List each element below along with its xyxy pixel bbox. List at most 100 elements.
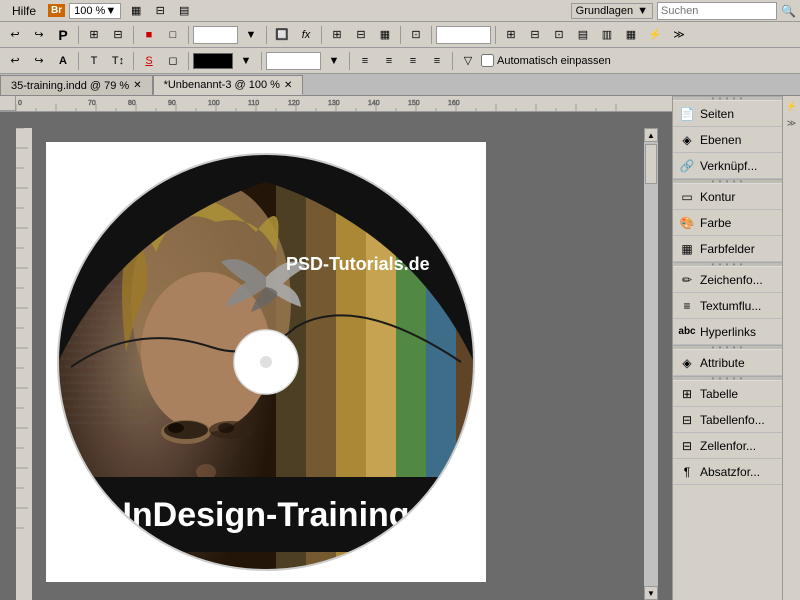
panel-item-farbfelder[interactable]: ▦ Farbfelder bbox=[673, 236, 782, 262]
percent-input[interactable]: 100 % bbox=[266, 52, 321, 70]
scroll-down-btn[interactable]: ▼ bbox=[644, 586, 658, 600]
panel-tabelle-label: Tabelle bbox=[700, 387, 738, 401]
panel-item-seiten[interactable]: 📄 Seiten bbox=[673, 101, 782, 127]
stroke-btn[interactable]: ■ bbox=[138, 25, 160, 45]
percent-dropdown[interactable]: ▼ bbox=[323, 51, 345, 71]
canvas-area[interactable]: 0 70 80 90 100 110 120 130 140 150 160 bbox=[0, 96, 672, 600]
menu-bar: Hilfe Br 100 % ▼ ▦ ⊟ ▤ Grundlagen ▼ 🔍 bbox=[0, 0, 800, 22]
tool-k[interactable]: ⊡ bbox=[548, 25, 570, 45]
menu-hilfe[interactable]: Hilfe bbox=[4, 2, 44, 20]
tool2-f[interactable]: S bbox=[138, 51, 160, 71]
tool-c[interactable]: 🔲 bbox=[271, 25, 293, 45]
tool2-h[interactable]: ▽ bbox=[457, 51, 479, 71]
tool2-a[interactable]: ↩ bbox=[4, 51, 26, 71]
workspace-area: Grundlagen ▼ 🔍 bbox=[571, 2, 796, 20]
panel-item-tabelle[interactable]: ⊞ Tabelle bbox=[673, 381, 782, 407]
lightning-btn[interactable]: ⚡ bbox=[644, 25, 666, 45]
sep7 bbox=[431, 26, 432, 44]
view-btn-2[interactable]: ⊟ bbox=[149, 1, 171, 21]
panel-item-tabellenfo[interactable]: ⊟ Tabellenfo... bbox=[673, 407, 782, 433]
sep2-5 bbox=[349, 52, 350, 70]
panel-zellenfor-label: Zellenfor... bbox=[700, 439, 756, 453]
panel-item-attribute[interactable]: ◈ Attribute bbox=[673, 350, 782, 376]
tool2-b[interactable]: ↪ bbox=[28, 51, 50, 71]
tab-1[interactable]: 35-training.indd @ 79 % ✕ bbox=[0, 75, 153, 95]
canvas-content: Lorem ipsum dolor sit amet consectetur a… bbox=[16, 112, 658, 600]
tool-g[interactable]: ▦ bbox=[374, 25, 396, 45]
scroll-up-btn[interactable]: ▲ bbox=[644, 128, 658, 142]
view-btn-1[interactable]: ▦ bbox=[125, 1, 147, 21]
scrollbar-vertical[interactable]: ▲ ▼ bbox=[644, 128, 658, 600]
svg-text:90: 90 bbox=[168, 100, 176, 107]
undo-btn[interactable]: ↩ bbox=[4, 25, 26, 45]
P-tool[interactable]: P bbox=[52, 25, 74, 45]
align-justify[interactable]: ≡ bbox=[426, 51, 448, 71]
tool-h[interactable]: ⊡ bbox=[405, 25, 427, 45]
tool2-dropdown[interactable]: ▼ bbox=[235, 51, 257, 71]
panel-item-zeichenfo[interactable]: ✏ Zeichenfo... bbox=[673, 267, 782, 293]
workspace-dropdown[interactable]: Grundlagen ▼ bbox=[571, 3, 653, 19]
attribute-icon: ◈ bbox=[679, 355, 695, 371]
br-badge: Br bbox=[48, 4, 65, 17]
svg-text:0: 0 bbox=[18, 100, 22, 107]
cd-container: Lorem ipsum dolor sit amet consectetur a… bbox=[56, 152, 476, 572]
tool-i[interactable]: ⊞ bbox=[500, 25, 522, 45]
sep5 bbox=[321, 26, 322, 44]
tool2-d[interactable]: T bbox=[83, 51, 105, 71]
panel-item-absatzfor[interactable]: ¶ Absatzfor... bbox=[673, 459, 782, 485]
panel-verknuepf-label: Verknüpf... bbox=[700, 159, 757, 173]
panel-item-textumflu[interactable]: ≡ Textumflu... bbox=[673, 293, 782, 319]
tool-j[interactable]: ⊟ bbox=[524, 25, 546, 45]
edge-btn-2[interactable]: ≫ bbox=[784, 115, 800, 131]
panel-item-hyperlinks[interactable]: abc Hyperlinks bbox=[673, 319, 782, 345]
tool2-c[interactable]: A bbox=[52, 51, 74, 71]
tool-a[interactable]: ⊞ bbox=[83, 25, 105, 45]
pt-dropdown[interactable]: ▼ bbox=[240, 25, 262, 45]
align-right[interactable]: ≡ bbox=[402, 51, 424, 71]
panel-item-verknuepf[interactable]: 🔗 Verknüpf... bbox=[673, 153, 782, 179]
panel-item-kontur[interactable]: ▭ Kontur bbox=[673, 184, 782, 210]
tool2-e[interactable]: T↕ bbox=[107, 51, 129, 71]
tool-e[interactable]: ⊞ bbox=[326, 25, 348, 45]
tool2-g[interactable]: ◻ bbox=[162, 51, 184, 71]
edge-btn-1[interactable]: ⚡ bbox=[784, 98, 800, 114]
tool-m[interactable]: ▥ bbox=[596, 25, 618, 45]
panel-zeichenfo-label: Zeichenfo... bbox=[700, 273, 763, 287]
ebenen-icon: ◈ bbox=[679, 132, 695, 148]
pt-input[interactable]: 0 Pt bbox=[193, 26, 238, 44]
search-input[interactable] bbox=[657, 2, 777, 20]
tool-d[interactable]: fx bbox=[295, 25, 317, 45]
align-left[interactable]: ≡ bbox=[354, 51, 376, 71]
view-btn-3[interactable]: ▤ bbox=[173, 1, 195, 21]
tab-1-close[interactable]: ✕ bbox=[133, 80, 141, 91]
tab-2[interactable]: *Unbenannt-3 @ 100 % ✕ bbox=[153, 75, 304, 95]
mm-input[interactable]: 4,233 mm bbox=[436, 26, 491, 44]
redo-btn[interactable]: ↪ bbox=[28, 25, 50, 45]
tool-b[interactable]: ⊟ bbox=[107, 25, 129, 45]
panel-item-ebenen[interactable]: ◈ Ebenen bbox=[673, 127, 782, 153]
sep8 bbox=[495, 26, 496, 44]
tool-f[interactable]: ⊟ bbox=[350, 25, 372, 45]
panel-item-zellenfor[interactable]: ⊟ Zellenfor... bbox=[673, 433, 782, 459]
zoom-control[interactable]: 100 % ▼ bbox=[69, 3, 121, 19]
right-panel: • • • • • 📄 Seiten ◈ Ebenen 🔗 Verknüpf..… bbox=[672, 96, 782, 600]
autofit-checkbox[interactable] bbox=[481, 54, 494, 67]
color-swatch[interactable] bbox=[193, 53, 233, 69]
right-edge-toolbar: ⚡ ≫ bbox=[782, 96, 800, 600]
verknuepf-icon: 🔗 bbox=[679, 158, 695, 174]
scroll-track[interactable] bbox=[644, 142, 658, 586]
panel-tabellenfo-label: Tabellenfo... bbox=[700, 413, 765, 427]
tool-o[interactable]: ≫ bbox=[668, 25, 690, 45]
panel-item-farbe[interactable]: 🎨 Farbe bbox=[673, 210, 782, 236]
stroke-btn2[interactable]: □ bbox=[162, 25, 184, 45]
scroll-thumb[interactable] bbox=[645, 144, 657, 184]
align-center[interactable]: ≡ bbox=[378, 51, 400, 71]
tool-n[interactable]: ▦ bbox=[620, 25, 642, 45]
tab-2-close[interactable]: ✕ bbox=[284, 80, 292, 91]
svg-text:110: 110 bbox=[248, 100, 259, 107]
zoom-arrow: ▼ bbox=[105, 5, 116, 17]
tabellenfo-icon: ⊟ bbox=[679, 412, 695, 428]
svg-text:150: 150 bbox=[408, 100, 420, 107]
tool-l[interactable]: ▤ bbox=[572, 25, 594, 45]
autofit-area: Automatisch einpassen bbox=[481, 54, 611, 67]
